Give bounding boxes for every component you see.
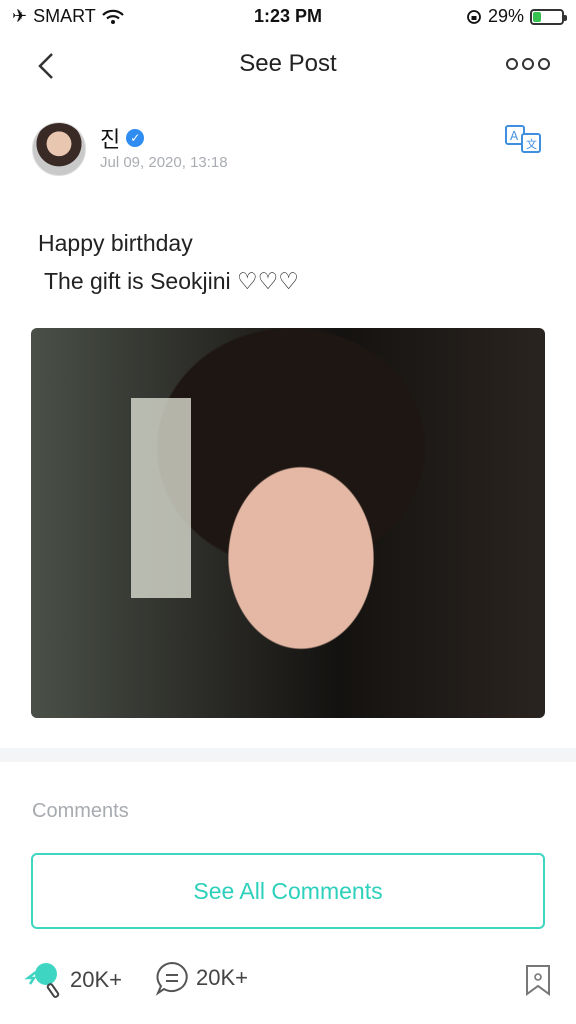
svg-text:A: A — [510, 129, 519, 143]
section-divider — [0, 748, 576, 762]
post-author: 진 ✓ Jul 09, 2020, 13:18 A 文 — [32, 122, 544, 182]
photo-background-panel — [131, 398, 191, 598]
verified-badge-icon: ✓ — [126, 129, 145, 147]
like-count: 20K+ — [70, 967, 122, 992]
like-button[interactable]: 20K+ — [24, 960, 122, 1000]
rotation-lock-icon — [467, 9, 481, 24]
top-nav: See Post — [0, 40, 576, 92]
translate-button[interactable]: A 文 — [504, 124, 544, 154]
comments-heading: Comments — [32, 800, 129, 822]
avatar[interactable] — [32, 122, 86, 176]
battery-icon — [530, 8, 567, 25]
post-photo[interactable] — [31, 328, 545, 718]
post-body: Happy birthday The gift is Seokjini ♡♡♡ — [38, 230, 299, 294]
comment-button[interactable]: 20K+ — [154, 960, 248, 996]
status-bar: ✈ SMART 1:23 PM 29% — [0, 0, 576, 34]
post-actions: 20K+ 20K+ — [24, 956, 552, 1004]
svg-text:文: 文 — [526, 137, 537, 151]
ellipsis-dot — [506, 58, 518, 70]
battery-level — [533, 11, 542, 22]
comment-count: 20K+ — [196, 965, 248, 990]
ellipsis-dot — [522, 58, 534, 70]
author-name[interactable]: 진 — [100, 122, 120, 154]
ellipsis-dot — [538, 58, 550, 70]
more-options-button[interactable] — [506, 58, 550, 70]
translate-icon: A 文 — [505, 125, 541, 153]
cheer-lightstick-icon — [24, 963, 60, 998]
bookmark-button[interactable] — [524, 964, 552, 996]
battery-percent: 29% — [487, 6, 524, 26]
comment-bubble-icon — [155, 961, 188, 996]
post-date: Jul 09, 2020, 13:18 — [100, 154, 228, 171]
bookmark-icon — [526, 965, 550, 996]
see-all-comments-button[interactable]: See All Comments — [31, 853, 545, 929]
page-title: See Post — [239, 50, 337, 77]
